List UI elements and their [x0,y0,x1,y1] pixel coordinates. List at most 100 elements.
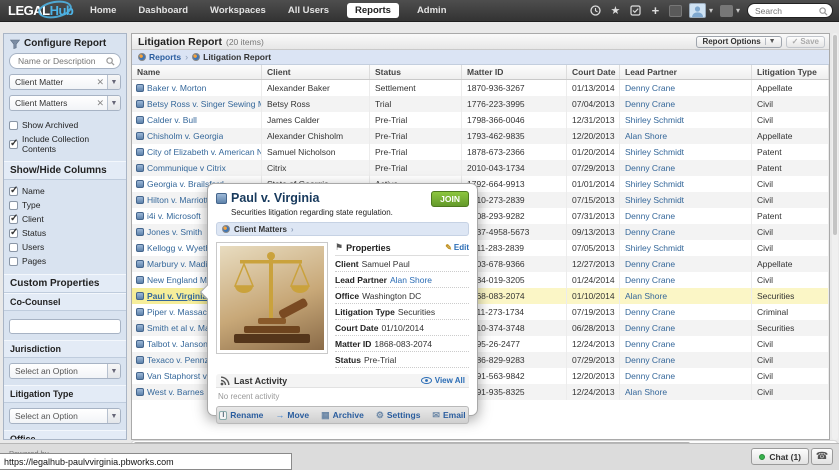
user-avatar[interactable] [689,3,706,18]
column-toggle-status[interactable]: Status [9,226,121,240]
clear-icon[interactable]: ✕ [93,77,107,88]
table-row[interactable]: Baker v. MortonAlexander BakerSettlement… [132,80,829,96]
email-button[interactable]: ✉Email [432,410,465,421]
view-all-link[interactable]: View All [421,376,465,385]
partner-link[interactable]: Denny Crane [625,339,675,349]
global-search-input[interactable] [755,6,823,16]
column-header-litigation-type[interactable]: Litigation Type [752,65,829,79]
matter-link[interactable]: Communique v Citrix [147,160,226,176]
workspace-caret-icon[interactable]: ▾ [736,6,740,15]
column-toggle-name[interactable]: Name [9,184,121,198]
table-row[interactable]: Chisholm v. GeorgiaAlexander ChisholmPre… [132,128,829,144]
chevron-down-icon[interactable]: ▼ [107,75,120,89]
column-toggle-type[interactable]: Type [9,198,121,212]
chevron-down-icon[interactable]: ▼ [765,38,776,45]
checkbox-icon[interactable] [9,140,18,149]
nav-item-all-users[interactable]: All Users [284,3,333,18]
chevron-down-icon[interactable]: ▼ [107,364,120,378]
app-logo[interactable]: LEGALHub [8,3,72,18]
partner-link[interactable]: Shirley Schmidt [625,179,684,189]
partner-link[interactable]: Denny Crane [625,259,675,269]
partner-link[interactable]: Shirley Schmidt [625,147,684,157]
nav-item-home[interactable]: Home [86,3,120,18]
clock-icon[interactable] [589,4,602,17]
matter-link[interactable]: Hilton v. Marriott [147,192,208,208]
tasks-icon[interactable] [629,4,642,17]
column-header-status[interactable]: Status [370,65,462,79]
matter-link[interactable]: i4i v. Microsoft [147,208,201,224]
matter-link[interactable]: Jones v. Smith [147,224,202,240]
partner-link[interactable]: Denny Crane [625,355,675,365]
edit-properties-link[interactable]: ✎Edit [445,243,469,252]
nav-item-admin[interactable]: Admin [413,3,451,18]
join-button[interactable]: JOIN [431,191,469,207]
avatar-caret-icon[interactable]: ▾ [709,6,713,15]
column-header-client[interactable]: Client [262,65,370,79]
matter-link[interactable]: Smith et al v. Mad [147,320,214,336]
table-row[interactable]: City of Elizabeth v. American Nich...Sam… [132,144,829,160]
table-row[interactable]: Calder v. BullJames CalderPre-Trial1798-… [132,112,829,128]
partner-link[interactable]: Shirley Schmidt [625,195,684,205]
report-options-button[interactable]: Report Options ▼ [696,36,781,48]
checkbox-icon[interactable] [9,201,18,210]
column-header-court-date[interactable]: Court Date [567,65,620,79]
matter-link[interactable]: West v. Barnes [147,384,204,400]
checkbox-icon[interactable] [9,187,18,196]
partner-link[interactable]: Denny Crane [625,211,675,221]
matter-link[interactable]: Kellogg v. Wyeth [147,240,210,256]
checkbox-icon[interactable] [9,229,18,238]
column-header-lead-partner[interactable]: Lead Partner [620,65,752,79]
checkbox-icon[interactable] [9,257,18,266]
table-row[interactable]: Communique v CitrixCitrixPre-Trial2010-0… [132,160,829,176]
partner-link[interactable]: Alan Shore [625,387,667,397]
nav-item-reports[interactable]: Reports [347,3,399,18]
matter-link[interactable]: Betsy Ross v. Singer Sewing Machi... [147,96,261,112]
partner-link[interactable]: Denny Crane [625,371,675,381]
filter-show-archived[interactable]: Show Archived [9,118,121,132]
filter-include-collection-contents[interactable]: Include Collection Contents [9,132,121,156]
move-button[interactable]: →Move [275,410,309,420]
matter-link[interactable]: Chisholm v. Georgia [147,128,223,144]
matter-link[interactable]: Baker v. Morton [147,80,206,96]
workspace-switcher-icon[interactable] [720,5,733,17]
matter-link[interactable]: Talbot v. Janson [147,336,208,352]
app-switcher-icon[interactable] [669,5,682,17]
matter-link[interactable]: Calder v. Bull [147,112,197,128]
chevron-down-icon[interactable]: ▼ [107,96,120,110]
column-toggle-client[interactable]: Client [9,212,121,226]
popup-breadcrumb[interactable]: Client Matters › [216,222,469,236]
partner-link[interactable]: Alan Shore [625,131,667,141]
chevron-down-icon[interactable]: ▼ [107,409,120,423]
partner-link[interactable]: Denny Crane [625,227,675,237]
vertical-scrollbar[interactable] [832,33,838,440]
add-icon[interactable]: + [649,4,662,17]
partner-link[interactable]: Denny Crane [625,275,675,285]
custom-field-select-litigation-type[interactable]: Select an Option▼ [9,408,121,424]
partner-link[interactable]: Denny Crane [625,307,675,317]
checkbox-icon[interactable] [9,243,18,252]
matter-link[interactable]: City of Elizabeth v. American Nich... [147,144,261,160]
property-value[interactable]: Alan Shore [390,275,432,285]
matter-link[interactable]: New England Mut [147,272,214,288]
archive-button[interactable]: ▦Archive [321,410,364,421]
column-header-name[interactable]: Name [132,65,262,79]
collection-select[interactable]: Client Matters ✕ ▼ [9,95,121,111]
custom-field-select-jurisdiction[interactable]: Select an Option▼ [9,363,121,379]
partner-link[interactable]: Denny Crane [625,99,675,109]
chat-button[interactable]: Chat (1) [751,448,809,465]
clear-icon[interactable]: ✕ [93,98,107,109]
nav-item-workspaces[interactable]: Workspaces [206,3,270,18]
matter-link[interactable]: Paul v. Virginia [147,288,207,304]
column-header-matter-id[interactable]: Matter ID [462,65,567,79]
checkbox-icon[interactable] [9,215,18,224]
save-button[interactable]: ✓ Save [786,36,825,48]
breadcrumb-current[interactable]: Litigation Report [192,52,271,62]
partner-link[interactable]: Shirley Schmidt [625,115,684,125]
custom-field-input-co-counsel[interactable] [9,319,121,334]
nav-item-dashboard[interactable]: Dashboard [134,3,192,18]
phone-button[interactable]: ☎ [811,448,833,465]
checkbox-icon[interactable] [9,121,18,130]
star-icon[interactable]: ★ [609,4,622,17]
vertical-scrollbar-thumb[interactable] [833,35,837,235]
table-row[interactable]: Betsy Ross v. Singer Sewing Machi...Bets… [132,96,829,112]
